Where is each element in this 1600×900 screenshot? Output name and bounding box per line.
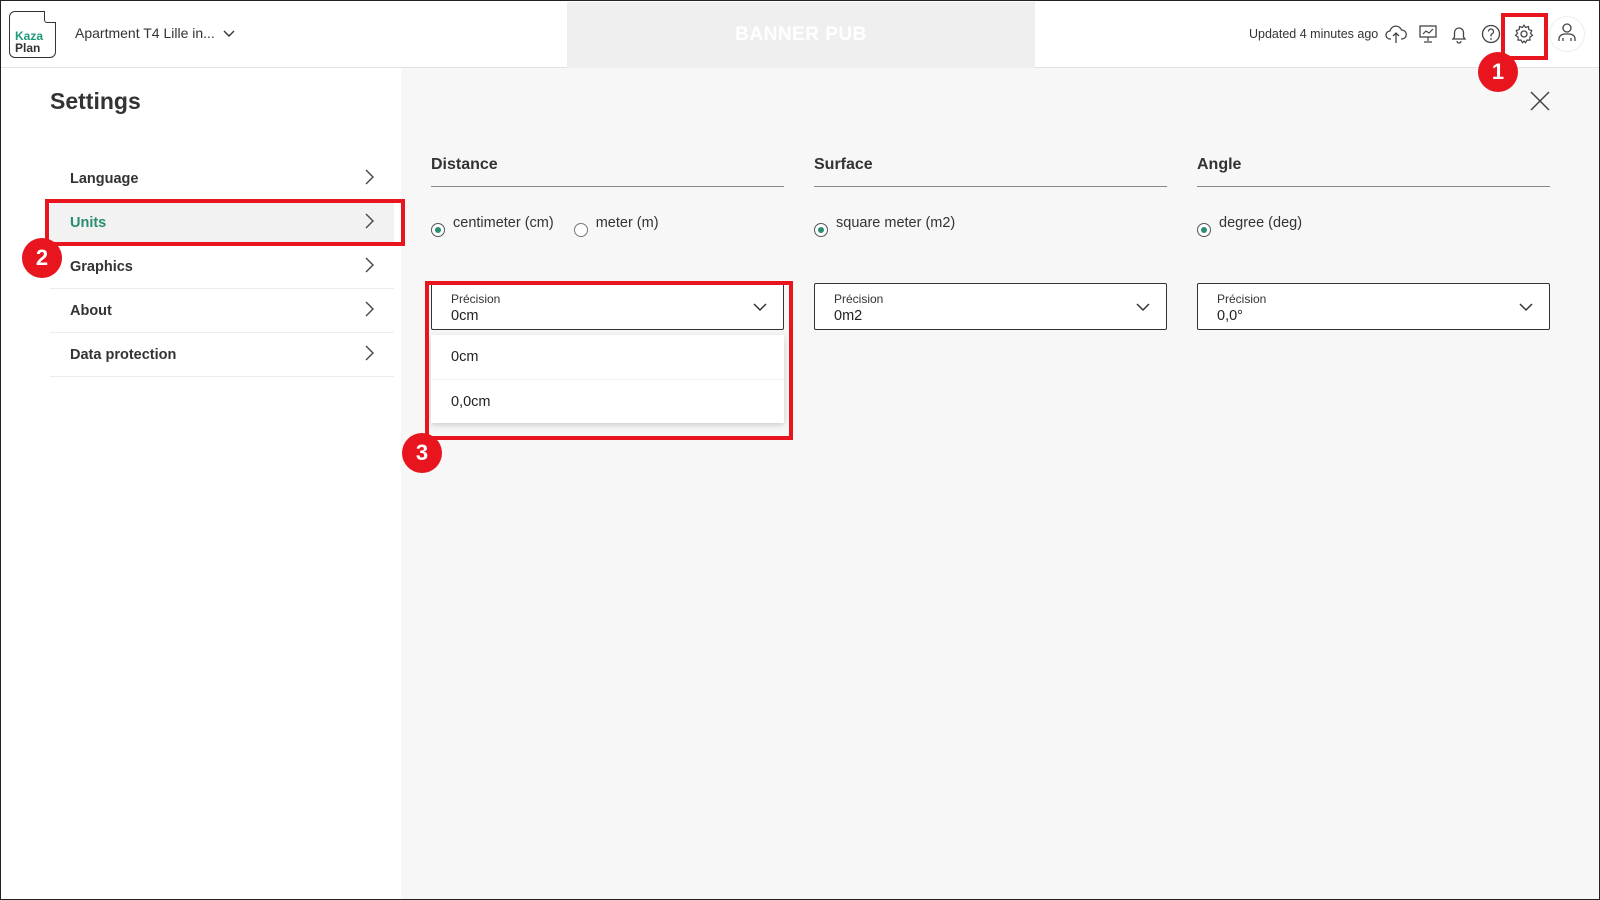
top-bar: Kaza Plan Apartment T4 Lille in... BANNE… — [1, 1, 1599, 68]
banner-text: BANNER PUB — [735, 24, 867, 45]
nav-item-label: Data protection — [70, 346, 177, 363]
radio-centimeter[interactable]: centimeter (cm) — [431, 215, 554, 237]
distance-precision-select[interactable]: Précision 0cm — [431, 283, 784, 330]
distance-unit-radios: centimeter (cm) meter (m) — [431, 215, 784, 237]
surface-precision-select[interactable]: Précision 0m2 — [814, 283, 1167, 330]
last-updated-status: Updated 4 minutes ago — [1249, 27, 1379, 41]
bell-icon[interactable] — [1446, 21, 1472, 47]
chevron-right-icon — [365, 345, 374, 365]
settings-nav: Language Units Graphics About Data prote… — [50, 157, 394, 377]
chevron-right-icon — [365, 257, 374, 277]
cloud-upload-icon[interactable] — [1383, 21, 1409, 47]
angle-unit-radios: degree (deg) — [1197, 215, 1550, 237]
nav-item-label: Graphics — [70, 258, 133, 275]
chevron-right-icon — [365, 169, 374, 189]
distance-title: Distance — [431, 156, 784, 187]
help-circle-icon[interactable] — [1478, 21, 1504, 47]
radio-label: degree (deg) — [1219, 215, 1303, 231]
user-avatar[interactable] — [1549, 16, 1585, 52]
chevron-down-icon — [1136, 299, 1150, 317]
nav-item-units[interactable]: Units — [50, 201, 394, 245]
nav-item-language[interactable]: Language — [50, 157, 394, 201]
radio-square-meter[interactable]: square meter (m2) — [814, 215, 955, 237]
chevron-right-icon — [365, 213, 374, 233]
dropdown-option-0-0cm[interactable]: 0,0cm — [431, 379, 784, 423]
logo-text-line2: Plan — [15, 41, 41, 55]
surface-title: Surface — [814, 156, 1167, 187]
radio-meter[interactable]: meter (m) — [573, 215, 659, 237]
close-icon[interactable] — [1529, 90, 1555, 116]
angle-section: Angle degree (deg) — [1197, 156, 1550, 237]
radio-label: square meter (m2) — [836, 215, 956, 231]
project-name: Apartment T4 Lille in... — [75, 25, 215, 41]
chevron-down-icon — [1519, 299, 1533, 317]
logo-corner — [44, 11, 56, 23]
nav-item-data-protection[interactable]: Data protection — [50, 333, 394, 377]
distance-section: Distance centimeter (cm) meter (m) — [431, 156, 784, 237]
radio-label: centimeter (cm) — [453, 215, 554, 231]
step-badge-2: 2 — [22, 238, 62, 278]
user-icon — [1557, 21, 1577, 48]
select-value: 0m2 — [834, 308, 863, 324]
select-label: Précision — [1217, 292, 1267, 306]
step-badge-1: 1 — [1478, 52, 1518, 92]
select-value: 0cm — [451, 308, 479, 324]
chevron-down-icon — [753, 299, 767, 317]
surface-section: Surface square meter (m2) — [814, 156, 1167, 237]
radio-button-selected[interactable] — [1197, 223, 1211, 237]
radio-degree[interactable]: degree (deg) — [1197, 215, 1302, 237]
radio-button-selected[interactable] — [431, 223, 445, 237]
page-title: Settings — [50, 88, 141, 114]
surface-unit-radios: square meter (m2) — [814, 215, 1167, 237]
radio-button[interactable] — [573, 223, 588, 237]
select-label: Précision — [451, 292, 501, 306]
units-settings-panel: Distance centimeter (cm) meter (m) Préci… — [401, 68, 1599, 899]
distance-precision-dropdown: 0cm 0,0cm — [431, 335, 784, 423]
angle-precision-select[interactable]: Précision 0,0° — [1197, 283, 1550, 330]
gear-icon[interactable] — [1511, 21, 1537, 47]
app-logo[interactable]: Kaza Plan — [9, 11, 56, 58]
nav-item-label: About — [70, 302, 112, 319]
dropdown-option-0cm[interactable]: 0cm — [431, 335, 784, 379]
project-selector[interactable]: Apartment T4 Lille in... — [75, 25, 235, 41]
radio-label: meter (m) — [595, 215, 659, 231]
nav-item-label: Units — [70, 214, 107, 231]
select-label: Précision — [834, 292, 884, 306]
select-value: 0,0° — [1217, 308, 1243, 324]
chevron-down-icon — [223, 25, 235, 41]
monitor-icon[interactable] — [1415, 21, 1441, 47]
nav-item-graphics[interactable]: Graphics — [50, 245, 394, 289]
step-badge-3: 3 — [402, 433, 442, 473]
chevron-right-icon — [365, 301, 374, 321]
nav-item-label: Language — [70, 170, 139, 187]
nav-item-about[interactable]: About — [50, 289, 394, 333]
settings-sidebar: Settings Language Units Graphics About D… — [1, 68, 401, 899]
angle-title: Angle — [1197, 156, 1550, 187]
ad-banner: BANNER PUB — [567, 2, 1035, 68]
radio-button-selected[interactable] — [814, 223, 828, 237]
